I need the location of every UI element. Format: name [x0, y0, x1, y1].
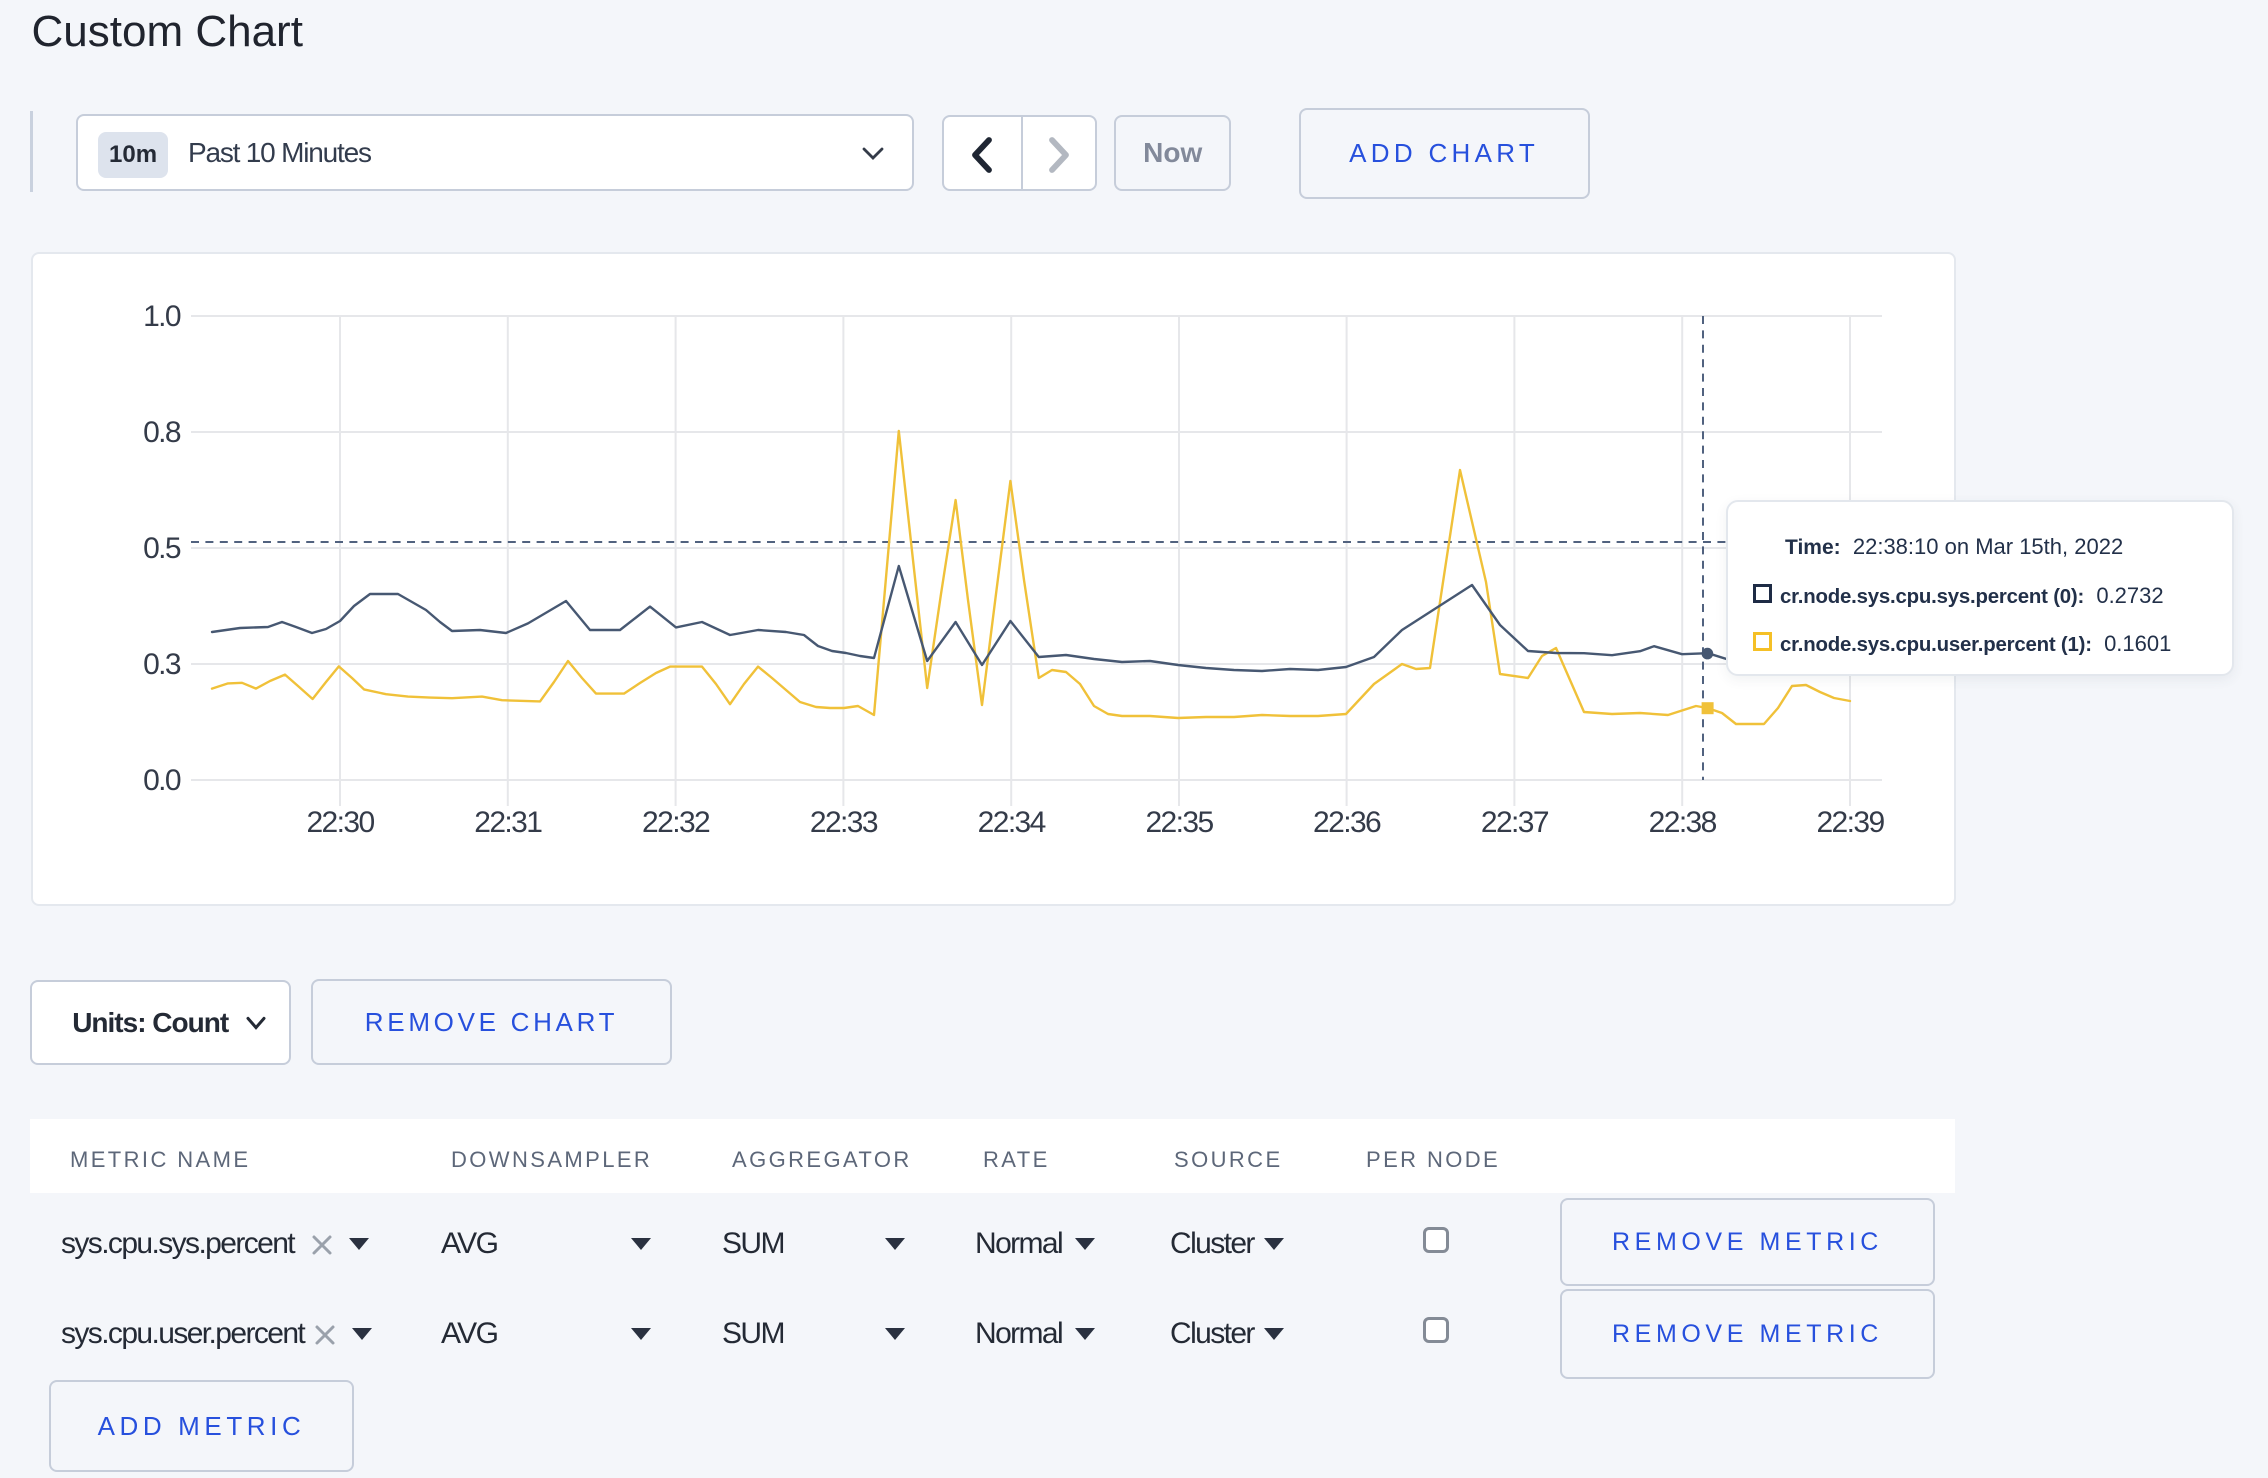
svg-text:22:39: 22:39	[1816, 806, 1884, 839]
svg-text:22:31: 22:31	[474, 806, 542, 839]
svg-text:22:32: 22:32	[642, 806, 710, 839]
svg-text:0.8: 0.8	[143, 416, 181, 449]
svg-text:22:30: 22:30	[306, 806, 374, 839]
svg-text:22:34: 22:34	[978, 806, 1046, 839]
svg-text:1.0: 1.0	[143, 300, 181, 333]
svg-text:0.3: 0.3	[143, 648, 181, 681]
svg-text:22:33: 22:33	[810, 806, 878, 839]
svg-text:22:37: 22:37	[1481, 806, 1549, 839]
svg-text:0.0: 0.0	[143, 764, 181, 797]
svg-text:22:38: 22:38	[1649, 806, 1717, 839]
svg-text:22:36: 22:36	[1313, 806, 1381, 839]
svg-text:0.5: 0.5	[143, 532, 181, 565]
svg-text:22:35: 22:35	[1145, 806, 1213, 839]
